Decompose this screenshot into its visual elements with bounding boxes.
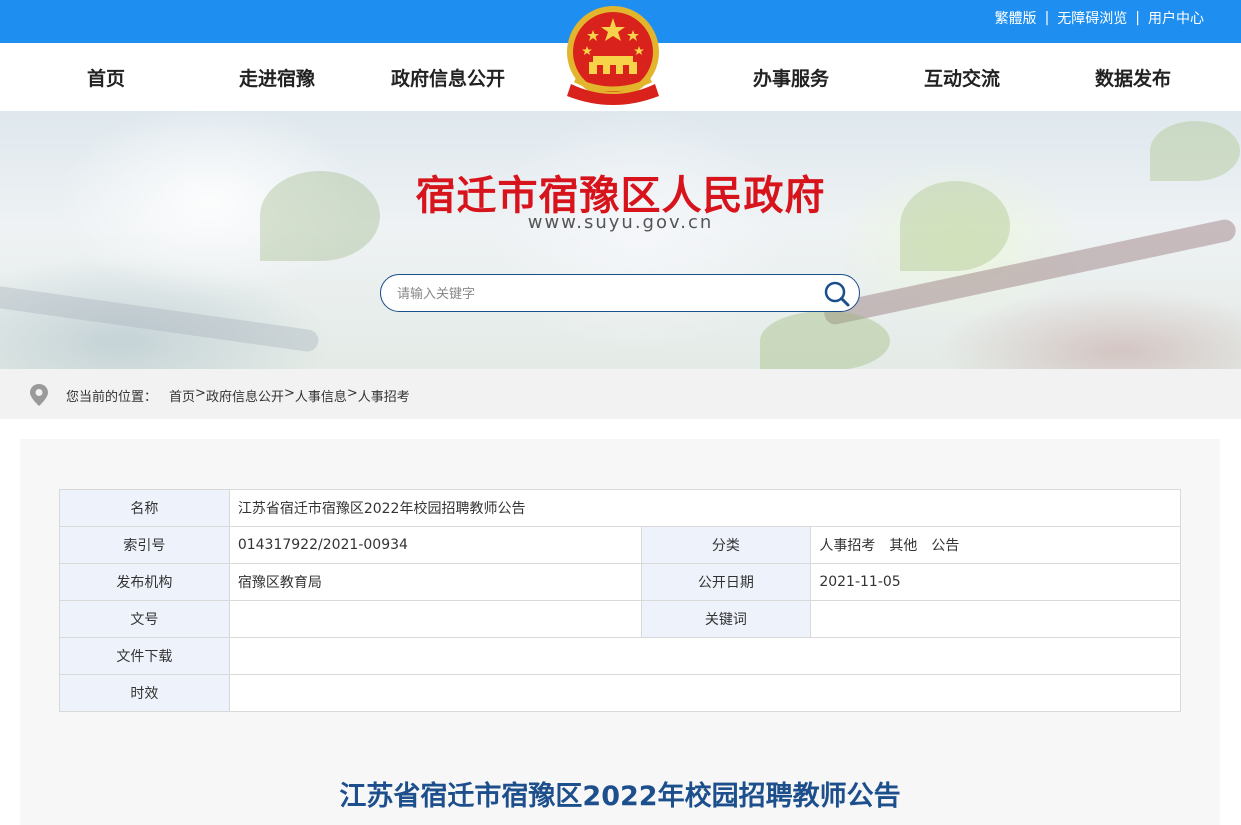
- banner-decoration: [760, 311, 890, 369]
- banner: 宿迁市宿豫区人民政府 www.suyu.gov.cn: [0, 111, 1241, 369]
- index-value: 014317922/2021-00934: [228, 526, 642, 564]
- breadcrumb-label: 您当前的位置：: [66, 390, 158, 405]
- table-row: 时效: [59, 674, 1182, 712]
- site-url: www.suyu.gov.cn: [527, 212, 714, 233]
- doc-number-label: 文号: [59, 600, 230, 638]
- article-title: 江苏省宿迁市宿豫区2022年校园招聘教师公告: [339, 781, 901, 812]
- breadcrumb-item-personnel[interactable]: 人事信息: [295, 386, 347, 405]
- nav-item-services[interactable]: 办事服务: [706, 43, 876, 111]
- breadcrumb-item-recruitment[interactable]: 人事招考: [358, 386, 410, 405]
- nav-item-interaction[interactable]: 互动交流: [877, 43, 1047, 111]
- table-row: 发布机构 宿豫区教育局 公开日期 2021-11-05: [59, 563, 1181, 601]
- publisher-label: 发布机构: [59, 563, 230, 601]
- top-link-separator: |: [1044, 10, 1050, 26]
- index-label: 索引号: [59, 526, 230, 564]
- banner-decoration: [0, 281, 320, 353]
- content-area: 名称 江苏省宿迁市宿豫区2022年校园招聘教师公告 索引号 014317922/…: [20, 439, 1220, 825]
- nav-item-about[interactable]: 走进宿豫: [192, 43, 362, 111]
- national-emblem-icon[interactable]: [563, 4, 663, 110]
- location-pin-icon: [30, 384, 48, 406]
- category-label: 分类: [640, 526, 812, 564]
- banner-decoration: [822, 217, 1238, 327]
- download-label: 文件下载: [59, 637, 230, 675]
- search-box: [380, 274, 860, 312]
- download-value: [228, 637, 1182, 675]
- traditional-chinese-link[interactable]: 繁體版: [995, 8, 1037, 28]
- breadcrumb-separator: >: [346, 386, 358, 401]
- category-tag: 其他: [889, 538, 918, 554]
- keywords-label: 关键词: [640, 600, 812, 638]
- name-value: 江苏省宿迁市宿豫区2022年校园招聘教师公告: [228, 489, 1182, 527]
- breadcrumb-item-gov-info[interactable]: 政府信息公开: [206, 386, 284, 405]
- breadcrumb: 您当前的位置： 首页 > 政府信息公开 > 人事信息 > 人事招考: [0, 369, 1241, 419]
- date-value: 2021-11-05: [810, 563, 1181, 601]
- publisher-value: 宿豫区教育局: [228, 563, 642, 601]
- nav-item-home[interactable]: 首页: [21, 43, 191, 111]
- doc-number-value: [228, 600, 642, 638]
- search-icon[interactable]: [823, 280, 851, 308]
- validity-label: 时效: [59, 674, 230, 712]
- name-label: 名称: [59, 489, 230, 527]
- top-links: 繁體版 | 无障碍浏览 | 用户中心: [995, 8, 1204, 28]
- category-value: 人事招考 其他 公告: [810, 526, 1181, 564]
- breadcrumb-item-home[interactable]: 首页: [169, 386, 195, 405]
- validity-value: [228, 674, 1182, 712]
- info-table: 名称 江苏省宿迁市宿豫区2022年校园招聘教师公告 索引号 014317922/…: [59, 489, 1182, 712]
- breadcrumb-trail: 您当前的位置： 首页 > 政府信息公开 > 人事信息 > 人事招考: [66, 386, 410, 405]
- accessibility-link[interactable]: 无障碍浏览: [1057, 8, 1127, 28]
- category-tag: 人事招考: [819, 538, 876, 554]
- table-row: 文件下载: [59, 637, 1182, 675]
- top-link-separator: |: [1135, 10, 1140, 26]
- nav-item-gov-info[interactable]: 政府信息公开: [363, 43, 533, 111]
- search-input[interactable]: [397, 281, 817, 307]
- date-label: 公开日期: [640, 563, 812, 601]
- nav-item-data[interactable]: 数据发布: [1048, 43, 1218, 111]
- table-row: 索引号 014317922/2021-00934 分类 人事招考 其他 公告: [59, 526, 1181, 564]
- breadcrumb-separator: >: [195, 386, 206, 401]
- emblem-area: [541, 0, 700, 112]
- table-row: 文号 关键词: [59, 600, 1181, 638]
- keywords-value: [810, 600, 1181, 638]
- user-center-link[interactable]: 用户中心: [1148, 8, 1204, 28]
- table-row: 名称 江苏省宿迁市宿豫区2022年校园招聘教师公告: [59, 489, 1182, 527]
- breadcrumb-separator: >: [283, 386, 295, 401]
- category-tag: 公告: [931, 538, 960, 554]
